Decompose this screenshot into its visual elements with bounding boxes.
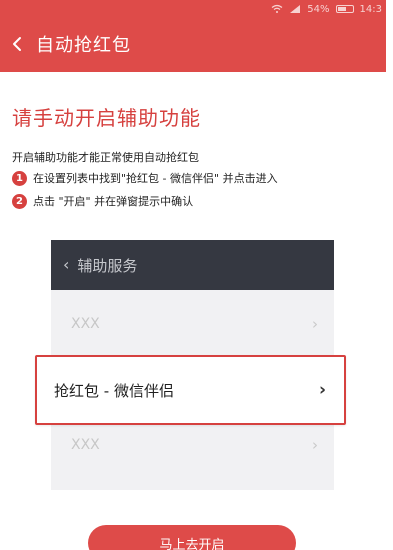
highlighted-service-label: 抢红包 - 微信伴侣 [54,381,174,400]
header-nav: 自动抢红包 [10,31,131,57]
chevron-right-icon: › [312,315,318,333]
panel-row-3-label: XXX [71,437,100,453]
panel-row-3: XXX › [51,424,334,466]
page-title: 自动抢红包 [36,35,131,56]
battery-icon [335,5,354,13]
guide-title: 请手动开启辅助功能 [12,106,201,130]
step-2-text: 点击 "开启" 并在弹窗提示中确认 [33,195,194,208]
step-2: 2 点击 "开启" 并在弹窗提示中确认 [12,193,193,209]
panel-title: 辅助服务 [77,256,138,275]
back-icon[interactable] [10,35,24,53]
step-1-badge: 1 [12,170,27,186]
step-2-badge: 2 [12,193,27,209]
open-settings-button[interactable]: 马上去开启 [88,525,296,550]
panel-row-1: XXX › [51,303,334,345]
chevron-right-icon: › [318,380,326,400]
clock: 14:3 [359,3,382,15]
chevron-right-icon: › [312,436,318,454]
wifi-icon [271,3,283,15]
battery-percent: 54% [307,3,330,15]
panel-back-icon: ‹ [63,255,70,274]
app-header: 54% 14:3 自动抢红包 [0,0,386,72]
status-bar: 54% 14:3 [271,0,382,18]
step-1: 1 在设置列表中找到"抢红包 - 微信伴侣" 并点击进入 [12,170,278,186]
step-1-text: 在设置列表中找到"抢红包 - 微信伴侣" 并点击进入 [33,172,278,185]
signal-icon [289,3,301,15]
guide-intro: 开启辅助功能才能正常使用自动抢红包 [12,151,199,164]
panel-header: ‹ 辅助服务 [51,240,334,290]
panel-row-1-label: XXX [71,316,100,332]
highlighted-service-row: 抢红包 - 微信伴侣 › [35,355,346,425]
app-screen: 54% 14:3 自动抢红包 请手动开启辅助功能 开启辅助功能才能正常使用自动抢… [0,0,393,550]
